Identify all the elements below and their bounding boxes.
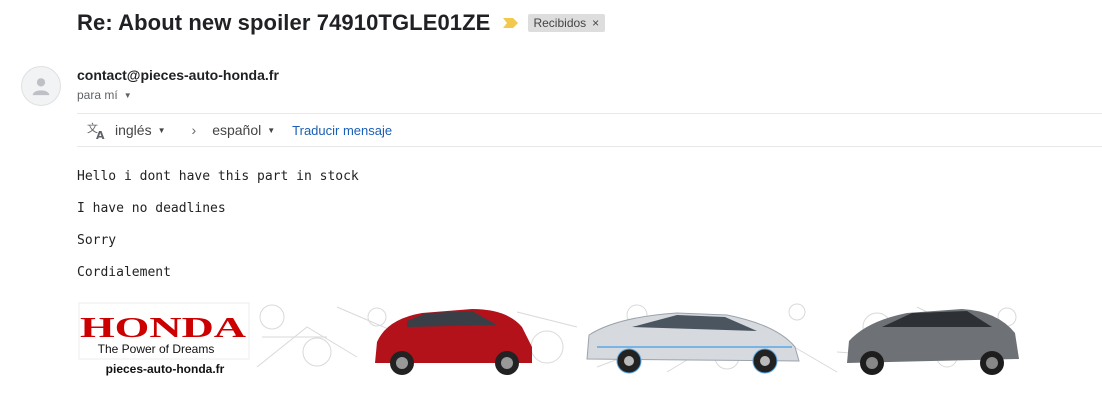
recipient-details-chevron-down-icon[interactable]: ▼ xyxy=(124,91,132,100)
email-body: Hello i dont have this part in stock I h… xyxy=(77,168,359,296)
importance-marker-icon[interactable] xyxy=(502,17,519,29)
silver-concept-car-image xyxy=(586,312,800,374)
body-line: I have no deadlines xyxy=(77,201,226,216)
brand-logo-text: HONDA xyxy=(80,312,246,344)
brand-tagline: The Power of Dreams xyxy=(98,342,215,356)
signature-banner: HONDA The Power of Dreams pieces-auto-ho… xyxy=(77,297,1031,379)
recipient-row[interactable]: para mí ▼ xyxy=(77,88,132,102)
svg-text:A: A xyxy=(96,129,105,140)
person-icon xyxy=(32,78,50,96)
subject-row: Re: About new spoiler 74910TGLE01ZE Reci… xyxy=(77,8,606,38)
site-name: pieces-auto-honda.fr xyxy=(106,362,225,376)
chevron-down-icon: ▼ xyxy=(267,125,276,135)
chevron-down-icon: ▼ xyxy=(157,125,166,135)
body-line: Sorry xyxy=(77,233,117,248)
sender-address[interactable]: contact@pieces-auto-honda.fr xyxy=(77,67,279,83)
email-subject: Re: About new spoiler 74910TGLE01ZE xyxy=(77,10,491,35)
recipient-label: para mí xyxy=(77,88,118,102)
translate-bar: 文 A inglés ▼ › español ▼ Traducir mensaj… xyxy=(77,113,1102,147)
source-language-select[interactable]: inglés ▼ xyxy=(115,122,166,138)
target-language-label: español xyxy=(212,122,262,138)
red-suv-image xyxy=(375,309,532,375)
source-language-label: inglés xyxy=(115,122,152,138)
translate-message-link[interactable]: Traducir mensaje xyxy=(292,123,392,138)
body-line: Hello i dont have this part in stock xyxy=(77,169,359,184)
translate-icon: 文 A xyxy=(87,120,107,140)
body-line: Cordialement xyxy=(77,265,171,280)
arrow-right-icon: › xyxy=(191,122,197,138)
target-language-select[interactable]: español ▼ xyxy=(212,122,275,138)
remove-label-button[interactable]: × xyxy=(592,14,599,32)
label-chip-inbox: Recibidos × xyxy=(528,14,606,32)
grey-hatchback-image xyxy=(847,309,1019,375)
sender-avatar[interactable] xyxy=(21,66,61,106)
label-chip-text: Recibidos xyxy=(533,16,587,30)
